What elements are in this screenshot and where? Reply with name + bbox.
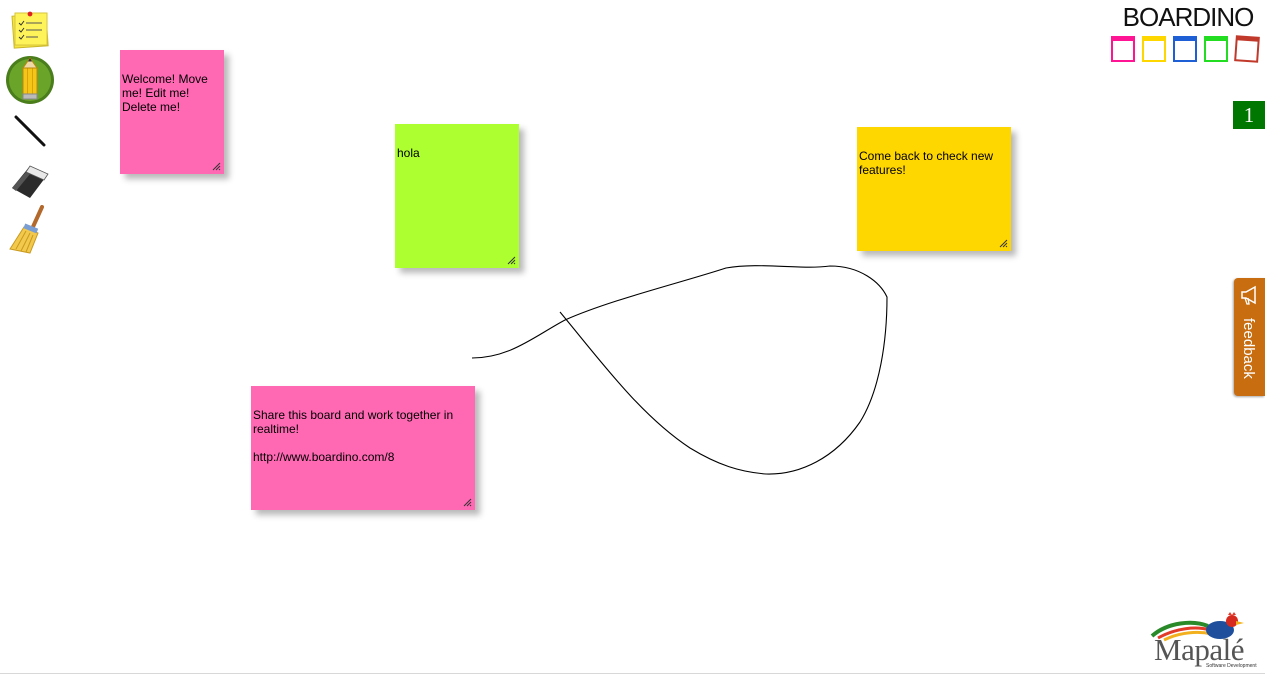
- resize-handle-icon[interactable]: [507, 256, 516, 265]
- note-text[interactable]: Come back to check new features!: [859, 149, 1005, 177]
- note-text[interactable]: Welcome! Move me! Edit me! Delete me!: [122, 72, 218, 114]
- feedback-label: feedback: [1240, 318, 1257, 379]
- logo-squares-icon: [1111, 35, 1260, 63]
- logo-text: BOARDINO: [1122, 2, 1255, 32]
- note-text[interactable]: Share this board and work together in re…: [253, 408, 469, 464]
- sticky-note[interactable]: hola: [395, 124, 519, 268]
- feedback-tab[interactable]: feedback: [1234, 278, 1265, 396]
- boardino-logo: BOARDINO: [1108, 2, 1260, 66]
- user-count-badge: 1: [1233, 101, 1265, 129]
- note-text[interactable]: hola: [397, 146, 513, 160]
- sticky-note[interactable]: Share this board and work together in re…: [251, 386, 475, 510]
- resize-handle-icon[interactable]: [999, 239, 1008, 248]
- line-icon[interactable]: [12, 113, 48, 149]
- pencil-icon[interactable]: [5, 55, 55, 105]
- mapale-logo[interactable]: Mapalé Software Development: [1148, 612, 1264, 672]
- bottom-divider: [0, 673, 1265, 674]
- resize-handle-icon[interactable]: [212, 162, 221, 171]
- sticky-note[interactable]: Welcome! Move me! Edit me! Delete me!: [120, 50, 224, 174]
- resize-handle-icon[interactable]: [463, 498, 472, 507]
- broom-icon[interactable]: [8, 205, 52, 255]
- toolbar: [0, 0, 60, 260]
- sticky-note[interactable]: Come back to check new features!: [857, 127, 1011, 251]
- mapale-subtitle: Software Development: [1206, 663, 1257, 669]
- megaphone-icon: [1241, 285, 1256, 305]
- sticky-notes-icon[interactable]: [10, 10, 50, 50]
- eraser-icon[interactable]: [8, 158, 52, 202]
